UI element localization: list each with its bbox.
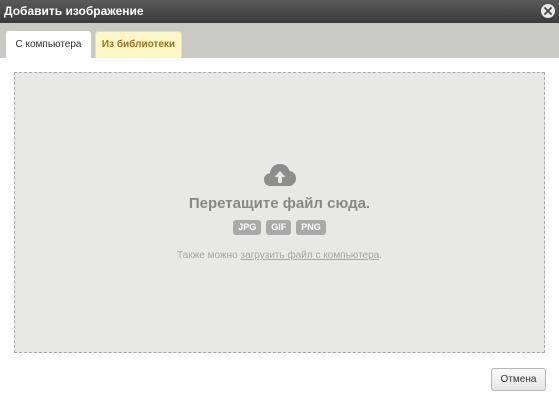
file-dropzone[interactable]: Перетащите файл сюда. JPG GIF PNG Также … [14, 72, 545, 353]
cancel-button[interactable]: Отмена [491, 368, 546, 391]
tab-bar: С компьютера Из библиотеки [0, 23, 559, 58]
tab-from-computer[interactable]: С компьютера [6, 31, 91, 58]
close-icon [544, 7, 552, 15]
hint-suffix: . [379, 250, 383, 261]
dropzone-hint: Также можно загрузить файл с компьютера. [15, 250, 544, 261]
hint-prefix: Также можно [176, 250, 241, 261]
dialog-title: Добавить изображение [4, 4, 144, 18]
format-badge-gif: GIF [266, 220, 292, 235]
cloud-upload-icon [264, 164, 296, 186]
tab-from-library[interactable]: Из библиотеки [95, 31, 182, 58]
dialog-titlebar: Добавить изображение [0, 0, 559, 23]
format-badges: JPG GIF PNG [15, 220, 544, 235]
format-badge-jpg: JPG [233, 220, 262, 235]
format-badge-png: PNG [296, 220, 326, 235]
upload-from-computer-link[interactable]: загрузить файл с компьютера [241, 250, 380, 261]
dropzone-title: Перетащите файл сюда. [188, 195, 371, 212]
close-button[interactable] [541, 4, 555, 18]
